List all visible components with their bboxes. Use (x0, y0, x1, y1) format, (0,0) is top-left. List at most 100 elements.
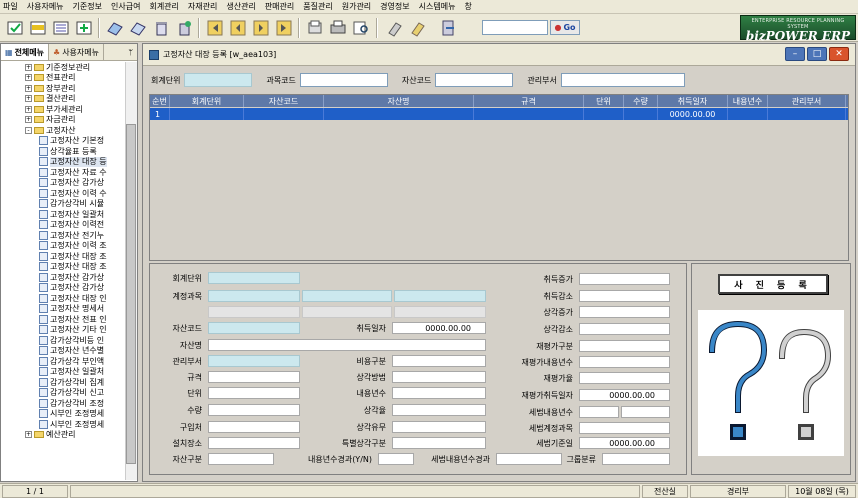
grid-cell[interactable] (474, 108, 584, 120)
maximize-button[interactable]: □ (807, 47, 827, 61)
tree-item[interactable]: 감가상각 부인액 (1, 356, 125, 367)
group-class-field[interactable] (602, 453, 670, 465)
tax-life-elapsed-field[interactable] (496, 453, 562, 465)
grid-cell[interactable] (624, 108, 658, 120)
tree-item[interactable]: 고정자산 대장 인 (1, 293, 125, 304)
menu-item[interactable]: 사용자메뉴 (27, 1, 64, 12)
tree-item[interactable]: + 예산관리 (1, 430, 125, 441)
unit-field[interactable] (208, 387, 300, 399)
sidebar-scroll-thumb[interactable] (126, 124, 136, 464)
reval-acq-date-field[interactable]: 0000.00.00 (579, 389, 670, 401)
next-button[interactable] (250, 17, 272, 39)
grid-cell[interactable] (170, 108, 244, 120)
tax-life-field[interactable] (579, 406, 619, 418)
tab-all-menu[interactable]: ▦ 전체메뉴 (1, 44, 50, 60)
dep-dec-field[interactable] (579, 323, 670, 335)
expand-toggle-icon[interactable]: + (25, 105, 32, 113)
tree-item[interactable]: 감가상각비 조정 (1, 398, 125, 409)
purchase-place-field[interactable] (208, 421, 300, 433)
account-subject-name-2[interactable] (302, 306, 392, 318)
grid-cell[interactable]: 0000.00.00 (658, 108, 728, 120)
grid-column-header[interactable]: 자산명 (324, 95, 474, 107)
asset-name-field[interactable] (208, 339, 486, 351)
copy-button[interactable] (104, 17, 126, 39)
tree-item[interactable]: + 전표관리 (1, 73, 125, 84)
grid-cell[interactable]: 1 (150, 108, 170, 120)
table-row[interactable]: 1 0000.00.00 (150, 108, 848, 120)
tree-item[interactable]: 고정자산 이력전 (1, 220, 125, 231)
find-button[interactable] (350, 17, 372, 39)
acq-inc-field[interactable] (579, 273, 670, 285)
last-button[interactable] (273, 17, 295, 39)
grid-cell[interactable] (244, 108, 324, 120)
account-subject-field-3[interactable] (394, 290, 486, 302)
account-subject-field-1[interactable] (208, 290, 300, 302)
qty-field[interactable] (208, 404, 300, 416)
tree-item[interactable]: 감가상각비 집계 (1, 377, 125, 388)
tree-item[interactable]: 감가상각비등 인 (1, 335, 125, 346)
tree-item[interactable]: 고정자산 기본정 (1, 136, 125, 147)
search-input[interactable] (482, 20, 548, 35)
acq-dec-field[interactable] (579, 290, 670, 302)
pin-icon[interactable]: ᛘ (124, 44, 137, 60)
expand-toggle-icon[interactable]: + (25, 431, 32, 439)
tree-item[interactable]: + 장부관리 (1, 83, 125, 94)
cond-dept-field[interactable] (560, 73, 685, 87)
expand-toggle-icon[interactable]: + (25, 74, 32, 82)
new-button[interactable] (27, 17, 49, 39)
photo-register-button[interactable]: 사 진 등 록 (718, 274, 828, 294)
tree-item[interactable]: 고정자산 대장 조 (1, 251, 125, 262)
grid-column-header[interactable]: 규격 (474, 95, 584, 107)
prev-button[interactable] (227, 17, 249, 39)
grid-column-header[interactable]: 회계단위 (170, 95, 244, 107)
grid-column-header[interactable]: 내용년수 (728, 95, 768, 107)
dep-method-field[interactable] (392, 371, 486, 383)
tree-item[interactable]: + 결산관리 (1, 94, 125, 105)
tree-item[interactable]: 고정자산 명세서 (1, 304, 125, 315)
reval-amount-field[interactable] (579, 372, 670, 384)
tree-item[interactable]: 고정자산 대장 조 (1, 262, 125, 273)
tree-item[interactable]: 감가상각비 시뮬 (1, 199, 125, 210)
tree-item[interactable]: 고정자산 대장 등 (1, 156, 125, 167)
add-row-button[interactable] (73, 17, 95, 39)
tree-item[interactable]: 고정자산 일괄처 (1, 209, 125, 220)
asset-type-field[interactable] (208, 453, 274, 465)
accounting-unit-field[interactable] (208, 272, 300, 284)
tools-button[interactable] (384, 17, 406, 39)
menu-item[interactable]: 기준정보 (73, 1, 102, 12)
reval-life-field[interactable] (579, 356, 670, 368)
grid-cell[interactable] (584, 108, 624, 120)
tree-item[interactable]: + 부가세관리 (1, 104, 125, 115)
menu-item[interactable]: 원가관리 (342, 1, 371, 12)
tree-item[interactable]: 고정자산 이력 조 (1, 241, 125, 252)
tree-item[interactable]: 고정자산 전표 인 (1, 314, 125, 325)
expand-toggle-icon[interactable]: - (25, 126, 32, 134)
dep-rate-field[interactable] (392, 404, 486, 416)
tree-item[interactable]: 고정자산 자료 수 (1, 167, 125, 178)
menu-item[interactable]: 경영정보 (380, 1, 409, 12)
tax-base-date-field[interactable]: 0000.00.00 (579, 437, 670, 449)
tree-item[interactable]: 고정자산 감가상 (1, 178, 125, 189)
expand-toggle-icon[interactable]: + (25, 95, 32, 103)
asset-code-field[interactable] (208, 322, 300, 334)
print-button[interactable] (327, 17, 349, 39)
useful-life-field[interactable] (392, 387, 486, 399)
expand-toggle-icon[interactable]: + (25, 63, 32, 71)
menu-item[interactable]: 품질관리 (303, 1, 332, 12)
tree-item[interactable]: 시부인 조정명세 (1, 419, 125, 430)
grid-cell[interactable] (728, 108, 768, 120)
menu-item[interactable]: 시스템메뉴 (419, 1, 456, 12)
exit-button[interactable] (437, 17, 459, 39)
grid-cell[interactable] (324, 108, 474, 120)
query-button[interactable] (4, 17, 26, 39)
account-subject-name-3[interactable] (394, 306, 486, 318)
tax-account-field[interactable] (579, 422, 670, 434)
tree-item[interactable]: 고정자산 전기누 (1, 230, 125, 241)
print-preview-button[interactable] (304, 17, 326, 39)
tab-user-menu[interactable]: ♣ 사용자메뉴 (49, 44, 104, 60)
tree-item[interactable]: 고정자산 기타 인 (1, 325, 125, 336)
go-button[interactable]: ● Go (550, 20, 580, 35)
life-elapsed-field[interactable] (378, 453, 414, 465)
grid-column-header[interactable]: 관리부서 (768, 95, 846, 107)
cost-type-field[interactable] (392, 355, 486, 367)
